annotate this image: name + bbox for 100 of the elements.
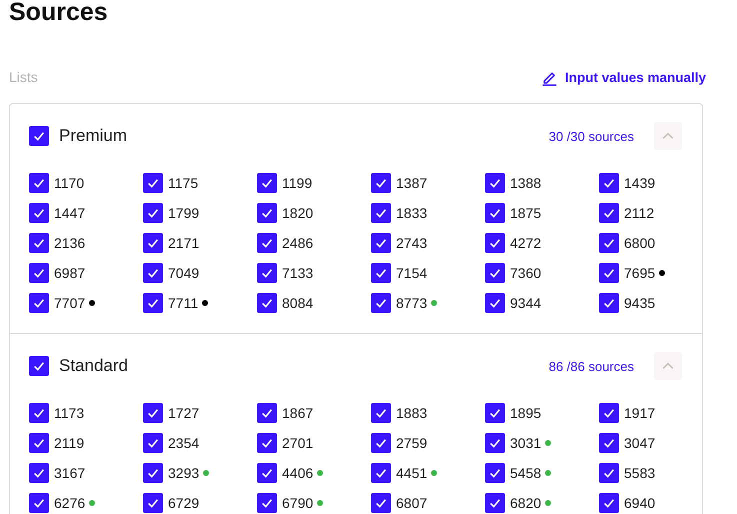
check-icon [262, 269, 272, 278]
source-checkbox[interactable] [485, 433, 505, 453]
source-checkbox[interactable] [143, 263, 163, 283]
source-checkbox[interactable] [371, 233, 391, 253]
check-icon [148, 299, 158, 308]
check-icon [34, 239, 44, 248]
source-checkbox[interactable] [485, 493, 505, 513]
source-checkbox[interactable] [257, 463, 277, 483]
source-checkbox[interactable] [143, 493, 163, 513]
check-icon [604, 269, 614, 278]
source-checkbox[interactable] [257, 433, 277, 453]
source-checkbox[interactable] [599, 433, 619, 453]
source-checkbox[interactable] [29, 433, 49, 453]
source-checkbox[interactable] [29, 403, 49, 423]
source-checkbox[interactable] [29, 263, 49, 283]
check-icon [262, 299, 272, 308]
source-checkbox[interactable] [485, 233, 505, 253]
source-checkbox[interactable] [257, 203, 277, 223]
check-icon [34, 409, 44, 418]
source-label: 7049 [168, 265, 200, 281]
source-checkbox[interactable] [485, 203, 505, 223]
source-checkbox[interactable] [599, 403, 619, 423]
check-icon [604, 499, 614, 508]
check-icon [148, 439, 158, 448]
source-checkbox[interactable] [485, 293, 505, 313]
source-checkbox[interactable] [485, 403, 505, 423]
check-icon [376, 209, 386, 218]
source-checkbox[interactable] [599, 173, 619, 193]
source-checkbox[interactable] [29, 463, 49, 483]
check-icon [490, 299, 500, 308]
source-checkbox[interactable] [257, 293, 277, 313]
source-checkbox[interactable] [371, 173, 391, 193]
source-checkbox[interactable] [257, 233, 277, 253]
source-checkbox[interactable] [29, 293, 49, 313]
check-icon [34, 362, 44, 371]
check-icon [604, 299, 614, 308]
source-checkbox[interactable] [257, 403, 277, 423]
check-icon [148, 469, 158, 478]
source-checkbox[interactable] [599, 463, 619, 483]
source-checkbox[interactable] [485, 173, 505, 193]
source-checkbox[interactable] [485, 263, 505, 283]
check-icon [148, 269, 158, 278]
source-checkbox[interactable] [143, 433, 163, 453]
source-label: 1883 [396, 405, 428, 421]
source-count: 30 /30 sources [548, 128, 634, 144]
source-checkbox[interactable] [371, 293, 391, 313]
section-checkbox[interactable] [29, 356, 49, 376]
source-checkbox[interactable] [257, 263, 277, 283]
source-checkbox[interactable] [485, 463, 505, 483]
source-label: 6820 [510, 495, 542, 511]
pencil-icon [542, 72, 556, 86]
source-label: 3031 [510, 435, 542, 451]
check-icon [262, 469, 272, 478]
source-checkbox[interactable] [143, 173, 163, 193]
source-label: 4406 [282, 465, 314, 481]
source-label: 8773 [396, 295, 428, 311]
source-checkbox[interactable] [371, 403, 391, 423]
source-label: 1895 [510, 405, 542, 421]
source-label: 9344 [510, 295, 542, 311]
source-checkbox[interactable] [143, 293, 163, 313]
source-label: 5458 [510, 465, 542, 481]
source-checkbox[interactable] [143, 233, 163, 253]
source-checkbox[interactable] [371, 433, 391, 453]
source-checkbox[interactable] [29, 203, 49, 223]
section-checkbox[interactable] [29, 126, 49, 146]
source-checkbox[interactable] [371, 203, 391, 223]
source-checkbox[interactable] [29, 233, 49, 253]
check-icon [34, 439, 44, 448]
check-icon [262, 439, 272, 448]
source-checkbox[interactable] [599, 203, 619, 223]
check-icon [490, 409, 500, 418]
source-checkbox[interactable] [143, 203, 163, 223]
source-checkbox[interactable] [143, 403, 163, 423]
source-checkbox[interactable] [599, 263, 619, 283]
source-checkbox[interactable] [599, 233, 619, 253]
page-title: Sources [9, 0, 109, 27]
check-icon [604, 209, 614, 218]
source-checkbox[interactable] [143, 463, 163, 483]
source-checkbox[interactable] [257, 493, 277, 513]
source-checkbox[interactable] [371, 463, 391, 483]
source-checkbox[interactable] [29, 493, 49, 513]
check-icon [490, 469, 500, 478]
source-label: 7133 [282, 265, 314, 281]
source-checkbox[interactable] [599, 493, 619, 513]
source-checkbox[interactable] [371, 263, 391, 283]
check-icon [376, 409, 386, 418]
source-checkbox[interactable] [599, 293, 619, 313]
source-checkbox[interactable] [257, 173, 277, 193]
source-checkbox[interactable] [371, 493, 391, 513]
input-values-manually-link[interactable]: Input values manually [540, 68, 706, 86]
check-icon [490, 439, 500, 448]
source-label: 1447 [54, 205, 86, 221]
source-checkbox[interactable] [29, 173, 49, 193]
check-icon [34, 469, 44, 478]
source-label: 6940 [624, 495, 656, 511]
check-icon [262, 239, 272, 248]
source-label: 1833 [396, 205, 428, 221]
source-count: 86 /86 sources [548, 358, 634, 374]
source-label: 7711 [168, 295, 198, 311]
check-icon [34, 132, 44, 141]
